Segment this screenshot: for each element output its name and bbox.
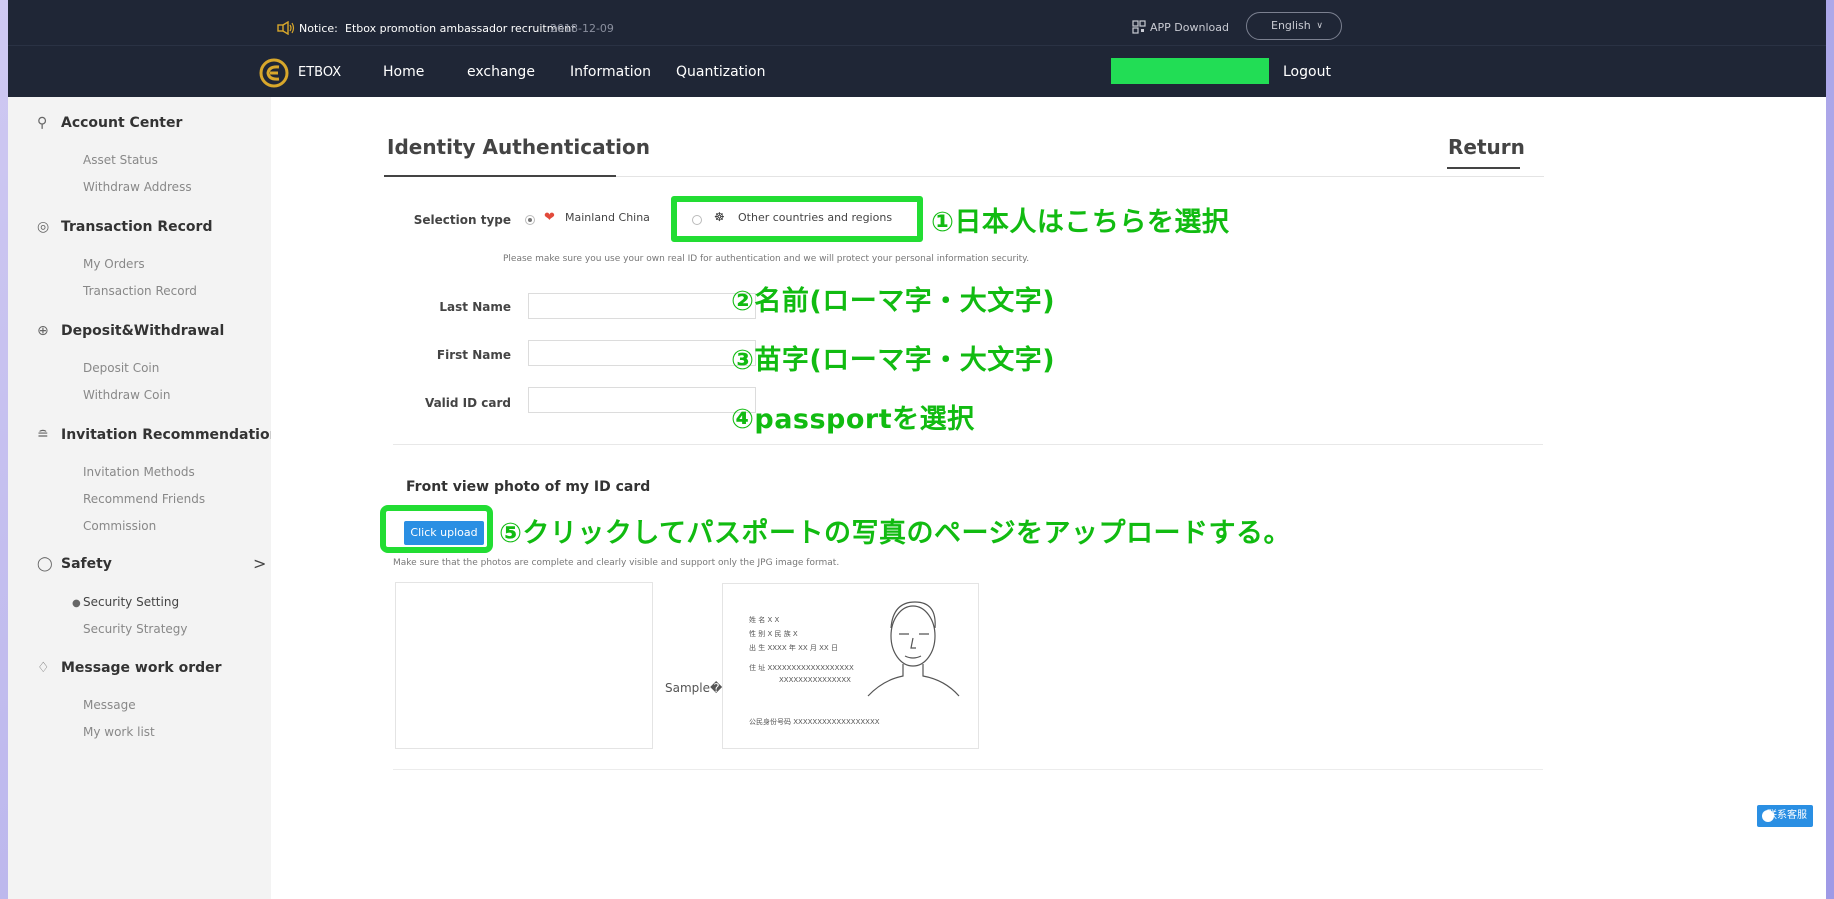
nav-home[interactable]: Home [383,64,424,80]
sample-line-6: 公民身份号码 XXXXXXXXXXXXXXXXXX [749,717,880,726]
radio-other-countries[interactable] [692,215,702,225]
sample-line-5: XXXXXXXXXXXXXXX [779,676,851,684]
logout-link[interactable]: Logout [1283,64,1331,80]
language-value: English [1271,19,1311,32]
valid-id-select[interactable] [528,387,756,413]
bell-icon: ♢ [37,660,50,676]
record-icon: ◎ [37,219,50,235]
sidebar-item-deposit-coin[interactable]: Deposit Coin [83,361,159,375]
first-name-input[interactable] [528,340,756,366]
chevron-down-icon: ∨ [1316,21,1323,31]
last-name-label: Last Name [439,300,511,314]
sidebar-item-security-strategy[interactable]: Security Strategy [83,622,188,636]
world-map-icon: ☸ [714,210,725,224]
upload-hint: Make sure that the photos are complete a… [393,558,840,568]
main-nav: ETBOX Home exchange Information Quantiza… [8,45,1826,97]
nav-information[interactable]: Information [570,64,651,80]
notice-link[interactable]: Etbox promotion ambassador recruitment [345,22,576,35]
valid-id-label: Valid ID card [424,396,511,410]
sidebar-group-deposit-withdrawal[interactable]: ⊕ Deposit&Withdrawal [37,323,224,339]
bottom-divider [393,769,1543,770]
option-other-countries-label[interactable]: Other countries and regions [738,211,892,224]
speaker-icon [277,21,295,35]
annotation-step-3: ③苗字(ローマ字・大文字) [731,345,1056,376]
sidebar-item-withdraw-address[interactable]: Withdraw Address [83,180,192,194]
front-photo-title: Front view photo of my ID card [406,479,651,495]
sidebar-item-commission[interactable]: Commission [83,519,156,533]
sidebar-item-my-work-list[interactable]: My work list [83,725,155,739]
contact-support-button[interactable]: 联系客服 [1757,805,1813,827]
active-bullet-icon: ● [72,598,81,609]
sidebar-group-transaction-record[interactable]: ◎ Transaction Record [37,219,212,235]
annotation-step-2: ②名前(ローマ字・大文字) [731,286,1056,317]
sidebar-item-recommend-friends[interactable]: Recommend Friends [83,492,205,506]
sample-line-4: 住 址 XXXXXXXXXXXXXXXXXX [749,663,854,672]
notice-date: 2018-12-09 [550,22,614,35]
upload-preview-box[interactable] [395,582,653,749]
sidebar-group-message-work-order[interactable]: ♢ Message work order [37,660,222,676]
deposit-icon: ⊕ [37,323,49,339]
sample-line-1: 姓 名 X X [749,615,779,624]
nav-quantization[interactable]: Quantization [676,64,765,80]
chevron-right-icon[interactable]: > [253,554,266,573]
sidebar-group-invitation[interactable]: ≘ Invitation Recommendation [37,427,280,443]
sample-label: Sample� [665,681,723,695]
radio-mainland-china[interactable] [525,215,535,225]
title-underline [384,175,616,177]
return-link[interactable]: Return [1448,135,1525,159]
sample-id-card: 姓 名 X X 性 别 X 民 族 X 出 生 XXXX 年 XX 月 XX 日… [722,583,979,749]
sidebar-item-invitation-methods[interactable]: Invitation Methods [83,465,195,479]
privacy-hint: Please make sure you use your own real I… [503,254,1030,264]
sidebar-group-safety[interactable]: ◯ Safety [37,556,112,572]
option-mainland-china-label[interactable]: Mainland China [565,211,650,224]
china-map-icon: ❤ [544,210,555,225]
brand-name[interactable]: ETBOX [298,65,341,80]
sidebar-item-my-orders[interactable]: My Orders [83,257,145,271]
sidebar-item-asset-status[interactable]: Asset Status [83,153,158,167]
app-frame: Notice: Etbox promotion ambassador recru… [8,0,1826,899]
section-divider [393,444,1543,445]
selection-type-label: Selection type [413,213,511,227]
return-underline [1447,167,1520,169]
page-title: Identity Authentication [387,135,651,159]
language-select[interactable]: English ∨ [1246,12,1342,40]
sample-line-2: 性 别 X 民 族 X [749,629,798,638]
sidebar-item-security-setting[interactable]: Security Setting [83,595,179,609]
share-icon: ≘ [37,427,49,443]
sidebar: ⚲ Account Center Asset Status Withdraw Ad… [8,97,280,899]
main-content: Identity Authentication Return Selection… [271,97,1826,899]
shield-icon: ◯ [37,556,53,572]
annotation-step-5: ⑤クリックしてパスポートの写真のページをアップロードする。 [499,518,1292,549]
sample-id-card-image: 姓 名 X X 性 别 X 民 族 X 出 生 XXXX 年 XX 月 XX 日… [749,601,960,726]
sidebar-item-withdraw-coin[interactable]: Withdraw Coin [83,388,170,402]
chat-icon [1762,810,1774,822]
user-account-redacted[interactable] [1111,58,1269,84]
user-icon: ⚲ [37,115,48,131]
sidebar-item-transaction-record[interactable]: Transaction Record [83,284,197,298]
last-name-input[interactable] [528,293,756,319]
qr-code-icon[interactable] [1132,20,1146,34]
notice-label: Notice: [299,22,338,35]
sidebar-group-account-center[interactable]: ⚲ Account Center [37,115,182,131]
annotation-step-4: ④passportを選択 [731,404,975,435]
app-download-link[interactable]: APP Download [1150,21,1229,34]
sample-line-3: 出 生 XXXX 年 XX 月 XX 日 [749,643,838,652]
sidebar-item-message[interactable]: Message [83,698,136,712]
portrait-icon [867,601,960,697]
etbox-logo-icon[interactable] [259,58,289,88]
first-name-label: First Name [436,348,511,362]
click-upload-button[interactable]: Click upload [404,521,484,545]
nav-exchange[interactable]: exchange [467,64,535,80]
annotation-step-1: ①日本人はこちらを選択 [931,207,1230,238]
